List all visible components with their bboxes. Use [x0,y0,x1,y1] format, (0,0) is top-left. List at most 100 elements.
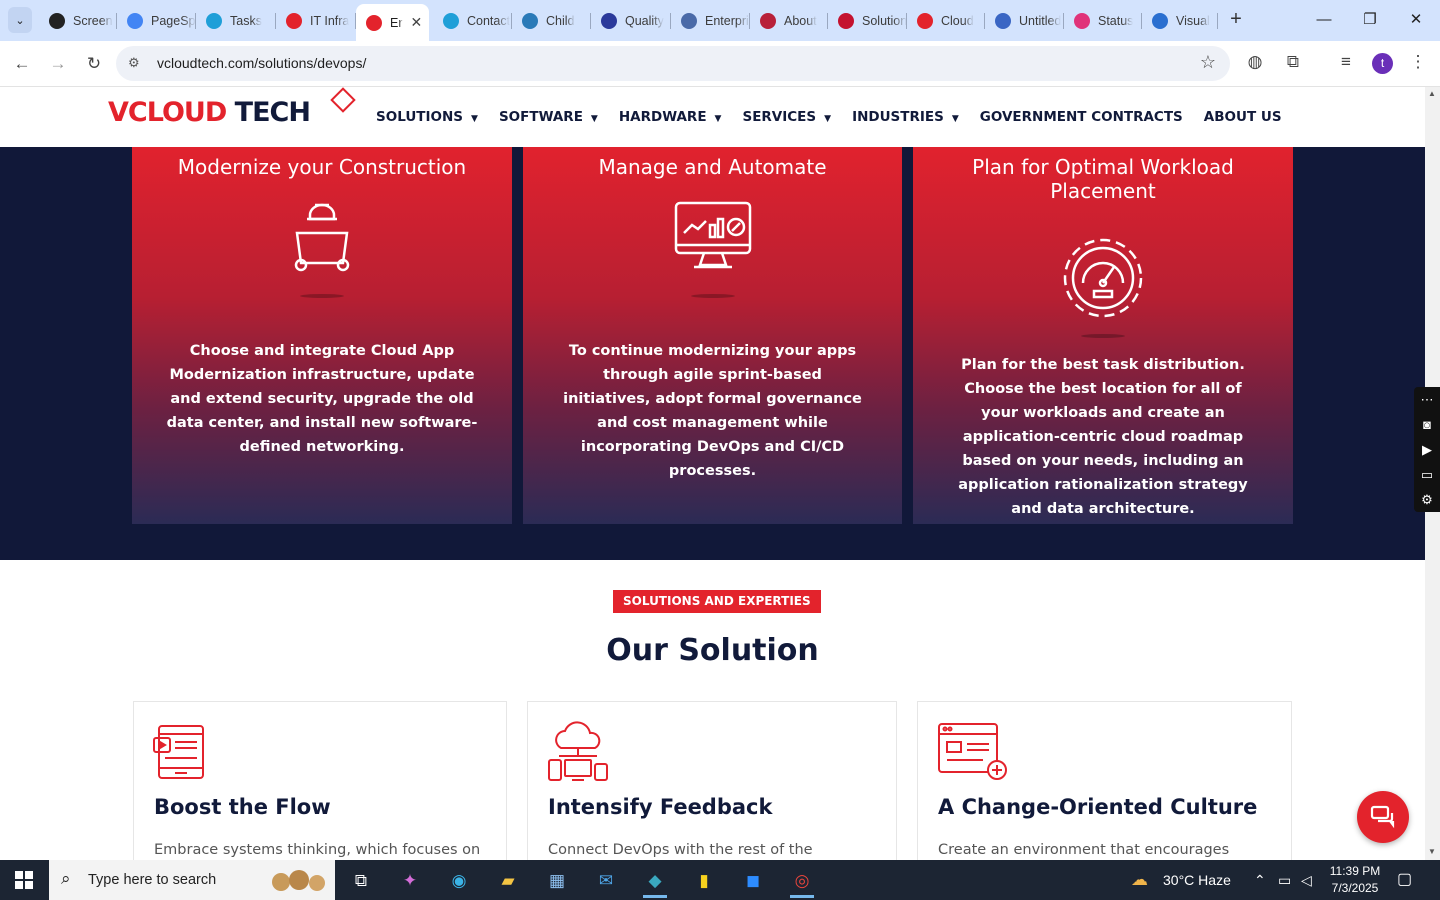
tab-search-button[interactable]: ⌄ [8,7,32,33]
cloud-devices-icon [548,721,608,781]
nav-item-industries[interactable]: INDUSTRIES ▼ [852,109,959,125]
tab-favicon-icon [127,12,143,29]
nav-item-hardware[interactable]: HARDWARE ▼ [619,109,722,125]
settings-gear-icon[interactable]: ⚙ [1414,487,1440,512]
app-icon[interactable]: ◆ [635,864,675,898]
forward-icon[interactable]: → [46,52,70,76]
solution-card-feedback[interactable]: Intensify Feedback Connect DevOps with t… [527,701,897,860]
site-info-icon[interactable]: ⚙ [128,55,140,71]
caret-down-icon: ▼ [824,114,832,124]
browser-tab[interactable]: About [750,4,828,37]
more-icon[interactable]: ⋯ [1414,387,1440,412]
minimize-icon[interactable]: — [1301,8,1347,32]
url-text[interactable]: vcloudtech.com/solutions/devops/ [157,55,366,71]
nav-item-software[interactable]: SOFTWARE ▼ [499,109,598,125]
monitor-analytics-icon [674,201,751,269]
browser-tab[interactable]: Enterprise [671,4,750,37]
translate-icon[interactable]: ◍ [1243,52,1267,72]
nav-item-services[interactable]: SERVICES ▼ [742,109,831,125]
feature-text: Plan for the best task distribution. Cho… [958,357,1248,517]
browser-tab[interactable]: IT Infra [276,4,356,37]
logo-text-tech: TECH [234,97,311,128]
volume-icon[interactable]: ◁ [1301,860,1312,900]
notifications-icon[interactable]: ▢ [1397,860,1412,900]
browser-tab[interactable]: Er ✕ [356,4,429,41]
edge-icon[interactable]: ◉ [439,864,479,898]
main-menu: SOLUTIONS ▼ SOFTWARE ▼ HARDWARE ▼ SERVICES ▼ IND… [376,109,1303,125]
tray-overflow-icon[interactable]: ⌃ [1254,860,1266,900]
start-button[interactable] [0,860,48,900]
browser-tab[interactable]: Screen [39,4,117,37]
windows-taskbar: ⌕ Type here to search ⧉ ✦ ◉ ▰ ▦ ✉ ◆ ▮ ◼ … [0,860,1440,900]
bookmark-star-icon[interactable]: ☆ [1200,52,1216,73]
browser-tab[interactable]: Tasks [196,4,276,37]
feature-text: Choose and integrate Cloud App Moderniza… [166,343,478,455]
scroll-up-icon[interactable]: ▲ [1428,89,1436,98]
search-icon: ⌕ [61,869,71,888]
solution-card-boost-flow[interactable]: Boost the Flow Embrace systems thinking,… [133,701,507,860]
browser-tab[interactable]: Solutions [828,4,907,37]
chat-button[interactable] [1357,791,1409,843]
browser-tab[interactable]: Untitled [985,4,1064,37]
tab-favicon-icon [206,12,222,29]
system-clock[interactable]: 11:39 PM 7/3/2025 [1318,863,1392,897]
tab-title: Cloud [941,13,974,28]
tab-close-icon[interactable]: ✕ [411,14,423,31]
solution-card-culture[interactable]: A Change-Oriented Culture Create an envi… [917,701,1292,860]
browser-tab[interactable]: Cloud [907,4,985,37]
browser-tab[interactable]: Child [512,4,591,37]
tab-title: Visual [1176,13,1210,28]
section-title: Our Solution [606,633,819,668]
solution-title: Intensify Feedback [548,795,773,819]
browser-tab[interactable]: Quality [591,4,671,37]
chrome-icon[interactable]: ◎ [782,864,822,898]
close-window-icon[interactable]: ✕ [1393,8,1439,32]
weather-icon: ☁ [1131,870,1148,889]
browser-tab[interactable]: PageSpeed [117,4,196,37]
profile-avatar[interactable]: t [1372,53,1393,74]
zoom-icon[interactable]: ◼ [733,864,773,898]
camera-icon[interactable]: ◙ [1414,412,1440,437]
copilot-icon[interactable]: ✦ [390,864,430,898]
caret-down-icon: ▼ [590,114,598,124]
tab-favicon-icon [286,12,302,29]
screen-capture-toolbar: ⋯ ◙ ▶ ▭ ⚙ [1414,387,1440,512]
reload-icon[interactable]: ↻ [82,52,106,76]
tab-favicon-icon [917,12,933,29]
scroll-down-icon[interactable]: ▼ [1428,847,1436,856]
nav-item-label: HARDWARE [618,109,707,125]
icon-shadow [1081,334,1125,338]
tab-favicon-icon [681,12,697,29]
media-controls-icon[interactable]: ≡ [1334,52,1358,72]
nav-item-solutions[interactable]: SOLUTIONS ▼ [376,109,478,125]
mail-icon[interactable]: ✉ [586,864,626,898]
nav-item-government-contracts[interactable]: GOVERNMENT CONTRACTS [980,109,1183,125]
browser-menu-icon[interactable]: ⋮ [1406,52,1430,72]
video-icon[interactable]: ▶ [1414,437,1440,462]
back-icon[interactable]: ← [10,52,34,76]
tab-title: Er [390,15,403,30]
store-icon[interactable]: ▦ [537,864,577,898]
restore-icon[interactable]: ❐ [1347,8,1393,32]
nav-item-label: ABOUT US [1203,109,1282,125]
task-view-icon[interactable]: ⧉ [341,864,381,898]
extensions-icon[interactable]: ⧉ [1281,52,1305,72]
weather-text[interactable]: 30°C Haze [1163,860,1231,900]
feature-card-workload: Plan for Optimal Workload Placement Plan… [913,147,1293,524]
taskbar-search-box[interactable]: ⌕ Type here to search [49,860,335,900]
site-header: VCLOUD TECH SOLUTIONS ▼ SOFTWARE ▼ HARDWARE ▼… [0,87,1425,147]
nav-item-about-us[interactable]: ABOUT US [1204,109,1282,125]
address-bar[interactable]: ⚙ vcloudtech.com/solutions/devops/ ☆ [116,46,1230,81]
clock-time: 11:39 PM [1329,864,1381,878]
network-icon[interactable]: ▭ [1278,860,1291,900]
tab-title: Quality [625,13,664,28]
browser-tab[interactable]: Status [1064,4,1142,37]
chat-bubble-icon [1370,805,1395,829]
browser-tab[interactable]: Visual [1142,4,1218,37]
new-tab-button[interactable]: + [1225,8,1247,30]
browser-tab[interactable]: Contact [433,4,512,37]
window-icon[interactable]: ▭ [1414,462,1440,487]
sticky-notes-icon[interactable]: ▮ [684,864,724,898]
file-explorer-icon[interactable]: ▰ [488,864,528,898]
site-logo[interactable]: VCLOUD TECH [108,87,356,128]
